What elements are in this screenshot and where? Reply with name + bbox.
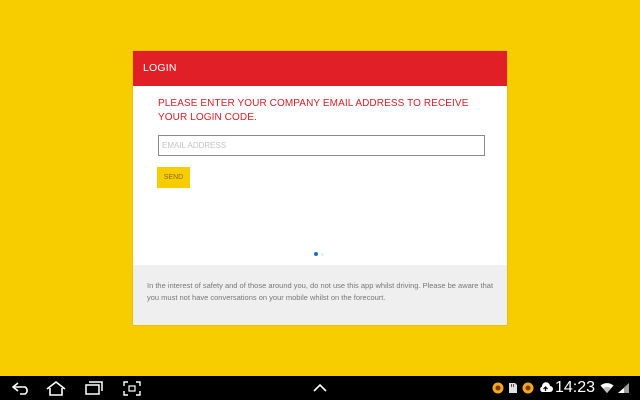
back-icon[interactable] bbox=[10, 380, 32, 396]
up-arrow-icon[interactable] bbox=[310, 380, 330, 396]
loading-indicator-secondary bbox=[321, 253, 324, 256]
sd-card-icon[interactable] bbox=[507, 380, 519, 396]
notification-app-icon[interactable] bbox=[491, 380, 505, 396]
home-icon[interactable] bbox=[45, 380, 67, 396]
login-card: LOGIN PLEASE ENTER YOUR COMPANY EMAIL AD… bbox=[133, 51, 507, 325]
loading-indicator bbox=[314, 252, 318, 256]
recent-apps-icon[interactable] bbox=[84, 380, 104, 396]
notification-app-icon-2[interactable] bbox=[521, 380, 535, 396]
login-instruction: PLEASE ENTER YOUR COMPANY EMAIL ADDRESS … bbox=[158, 98, 469, 123]
wifi-icon bbox=[600, 380, 614, 396]
screenshot-icon[interactable] bbox=[122, 380, 142, 396]
cloud-upload-icon[interactable] bbox=[537, 380, 553, 396]
status-clock: 14:23 bbox=[555, 379, 596, 396]
email-field[interactable] bbox=[158, 135, 485, 156]
send-button[interactable]: SEND bbox=[157, 167, 190, 188]
safety-notice: In the interest of safety and of those a… bbox=[147, 281, 494, 302]
safety-footer: In the interest of safety and of those a… bbox=[133, 265, 507, 325]
app-screen: LOGIN PLEASE ENTER YOUR COMPANY EMAIL AD… bbox=[0, 0, 640, 400]
signal-icon bbox=[616, 380, 630, 396]
login-header: LOGIN bbox=[133, 51, 507, 86]
system-navigation-bar: 14:23 bbox=[0, 376, 640, 400]
